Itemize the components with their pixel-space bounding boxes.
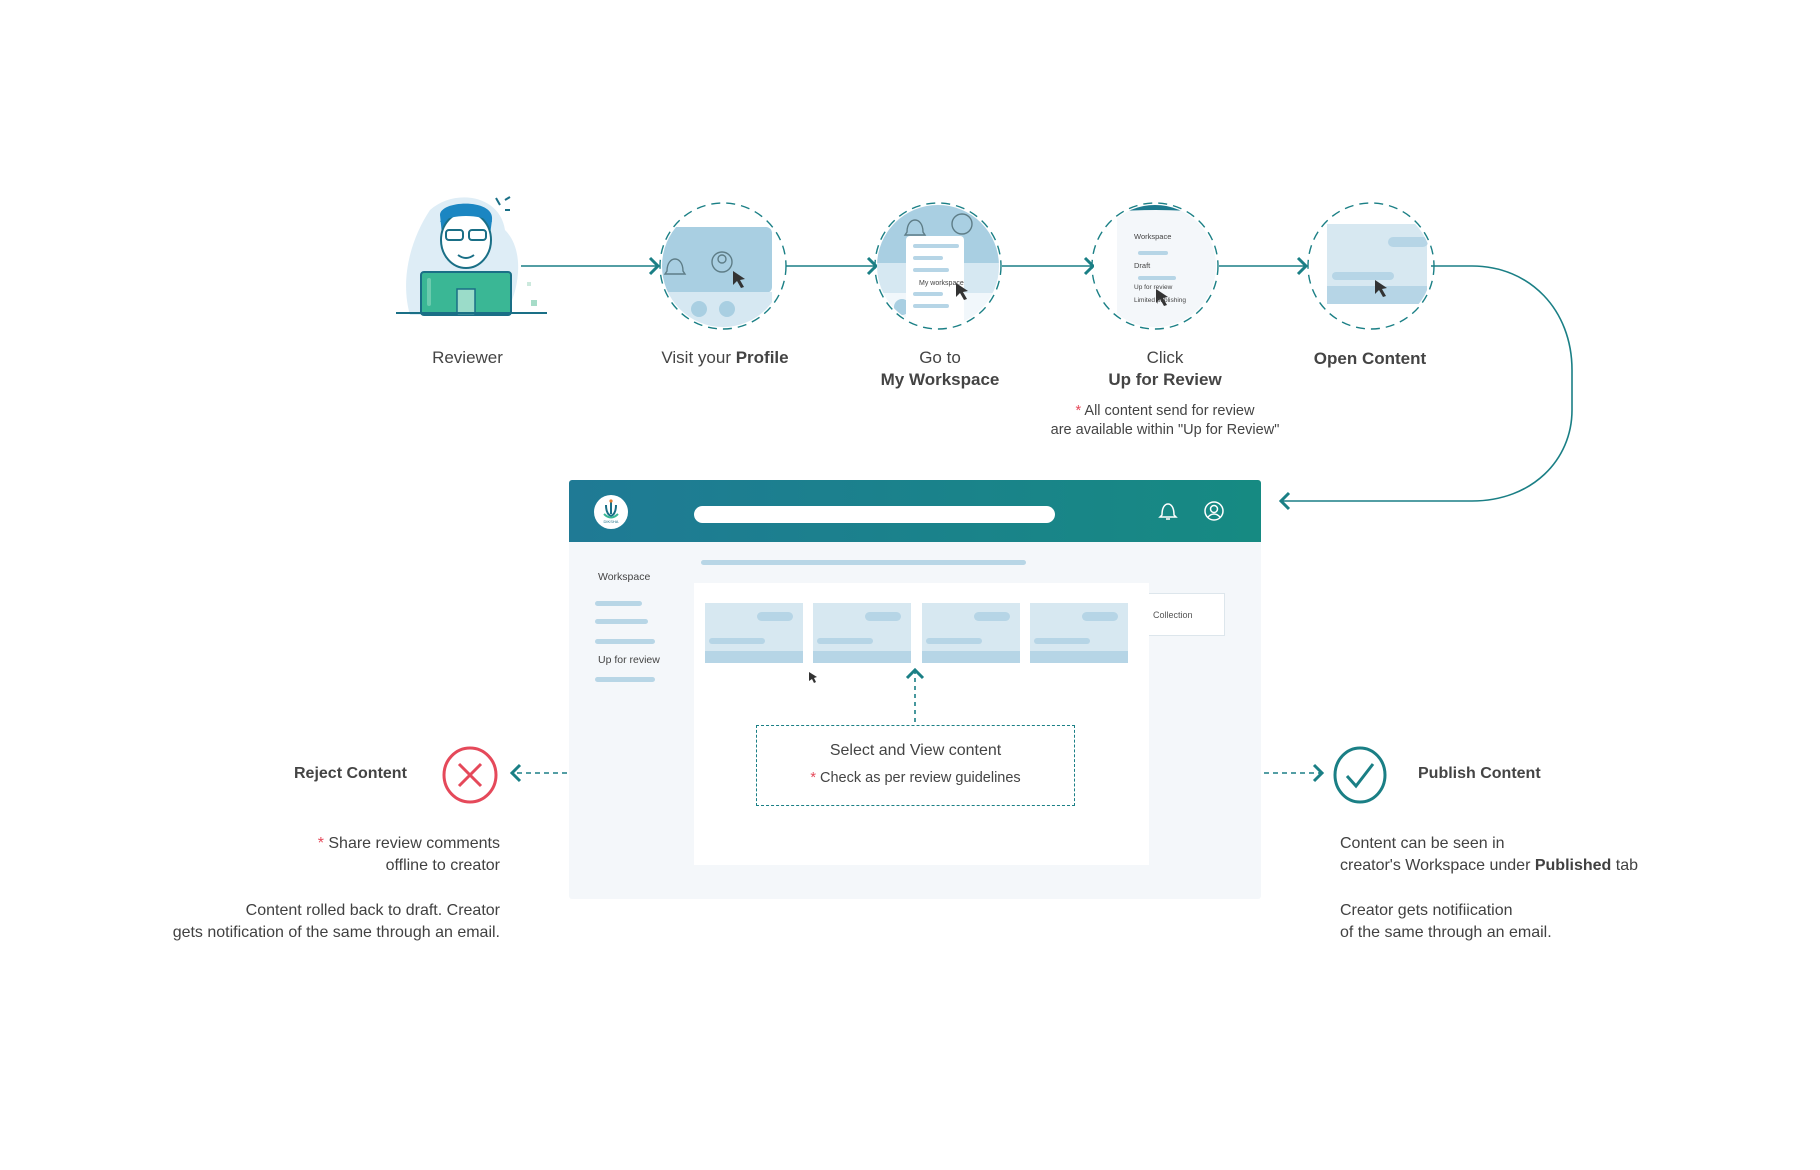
sidebar-item[interactable] [595,601,642,606]
sidebar-item[interactable] [595,639,655,644]
diksha-logo: DIKSHA [594,495,628,529]
sidebar-item-up-for-review[interactable]: Up for review [598,654,660,666]
step-review-label: Click Up for Review [1108,348,1222,389]
content-thumbnail [1327,224,1428,304]
sidebar-title: Workspace [598,571,651,583]
sidebar-item[interactable] [595,619,648,624]
step-reviewer-label: Reviewer [432,348,503,367]
mini-workspace-title: Workspace [1134,232,1172,241]
reject-icon [442,746,498,804]
search-bar[interactable] [694,506,1055,523]
sidebar-item[interactable] [595,677,655,682]
workspace-window: DIKSHA Workspace Up for review Collectio… [569,480,1261,899]
user-icon[interactable] [1203,500,1225,522]
select-view-title: Select and View content [829,742,1002,759]
collection-tab[interactable]: Collection [1149,593,1225,636]
window-header: DIKSHA [569,480,1261,542]
bell-icon[interactable] [1158,501,1178,521]
publish-icon [1333,746,1387,804]
mini-up-for-review: Up for review [1134,284,1173,291]
step-open-label: Open Content [1313,349,1427,368]
reject-notes: * Share review comments offline to creat… [172,835,500,941]
mini-limited-publishing: Limited publishing [1134,297,1187,304]
publish-notes: Content can be seen in creator's Workspa… [1340,835,1638,941]
step-profile-label: Visit your Profile [661,348,789,367]
select-view-note: * Check as per review guidelines [810,770,1021,786]
select-view-box: Select and View content * Check as per r… [756,725,1075,806]
review-note: * All content send for review are availa… [1050,403,1280,438]
profile-thumbnail [662,227,772,327]
cursor-icon [809,672,817,683]
content-panel [694,583,1149,865]
mini-draft: Draft [1134,261,1151,270]
reviewer-illustration [396,196,547,316]
publish-title: Publish Content [1418,765,1541,782]
step-workspace-label: Go to My Workspace [880,348,1000,389]
reject-title: Reject Content [294,765,407,782]
mini-my-workspace: My workspace [919,280,964,287]
